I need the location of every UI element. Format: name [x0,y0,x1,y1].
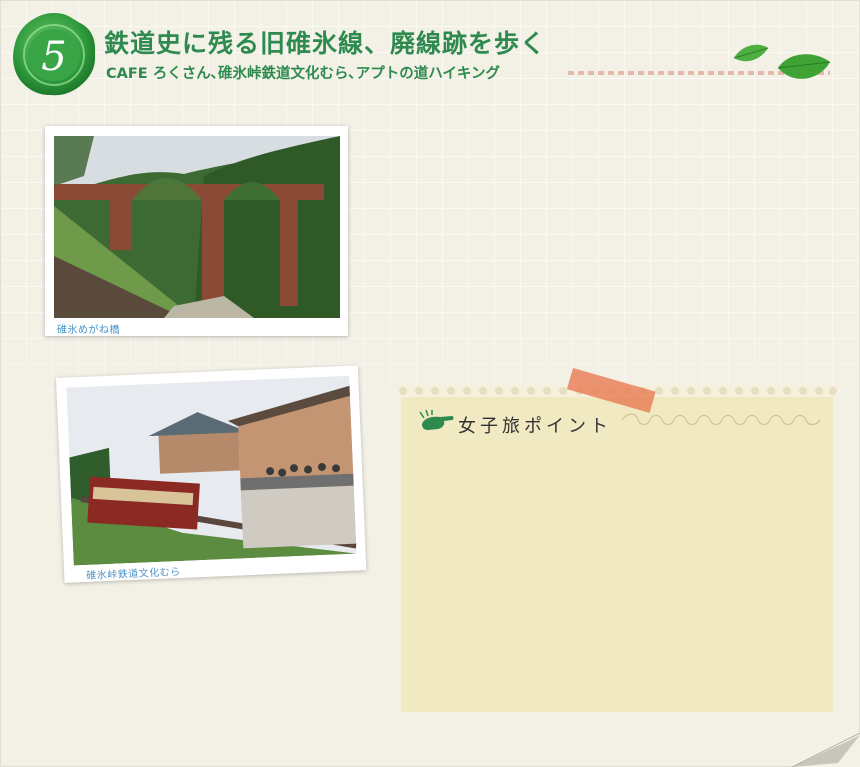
pointing-hand-icon [419,409,454,430]
bridge-image [54,136,340,318]
ornament-divider [621,413,821,426]
photo-caption: 碓氷めがね橋 [57,325,120,336]
leaf-icon [728,40,838,90]
photo-railway-village: 碓氷峠鉄道文化むら [56,365,367,583]
photo-megane-bridge: 碓氷めがね橋 [45,126,348,336]
page-subtitle: CAFE ろくさん､碓氷峠鉄道文化むら､アプトの道ハイキング [106,66,500,82]
section-number: 5 [41,34,66,80]
page-curl-corner [791,733,860,767]
train-image [66,375,357,566]
section-number-badge: 5 [10,10,98,98]
page-title: 鉄道史に残る旧碓氷線、廃線跡を歩く [104,29,547,58]
tips-title: 女子旅ポイント [458,416,612,437]
